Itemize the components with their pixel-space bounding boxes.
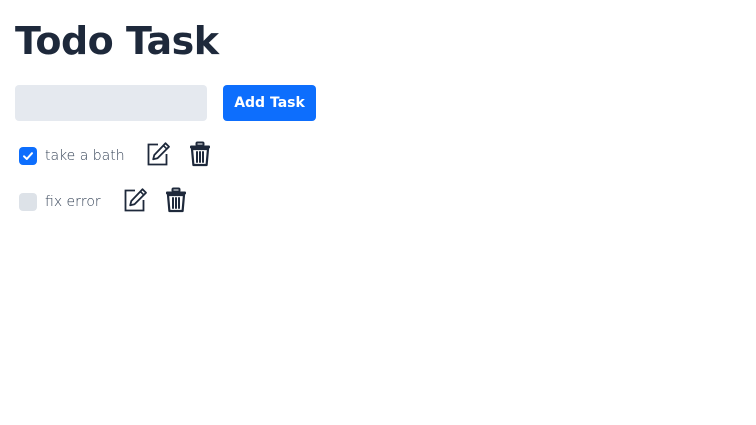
task-label: take a bath xyxy=(45,148,125,164)
task-label: fix error xyxy=(45,194,101,210)
trash-icon[interactable] xyxy=(187,140,213,168)
edit-icon[interactable] xyxy=(122,186,148,214)
checkmark-icon xyxy=(23,152,33,160)
trash-icon[interactable] xyxy=(163,186,189,214)
add-task-button[interactable]: Add Task xyxy=(223,85,316,121)
todo-app: Todo Task Add Task take a bath fix error xyxy=(0,0,756,425)
task-checkbox[interactable] xyxy=(19,193,37,211)
page-title: Todo Task xyxy=(15,19,219,63)
edit-icon[interactable] xyxy=(145,140,171,168)
task-checkbox[interactable] xyxy=(19,147,37,165)
task-input[interactable] xyxy=(15,85,207,121)
